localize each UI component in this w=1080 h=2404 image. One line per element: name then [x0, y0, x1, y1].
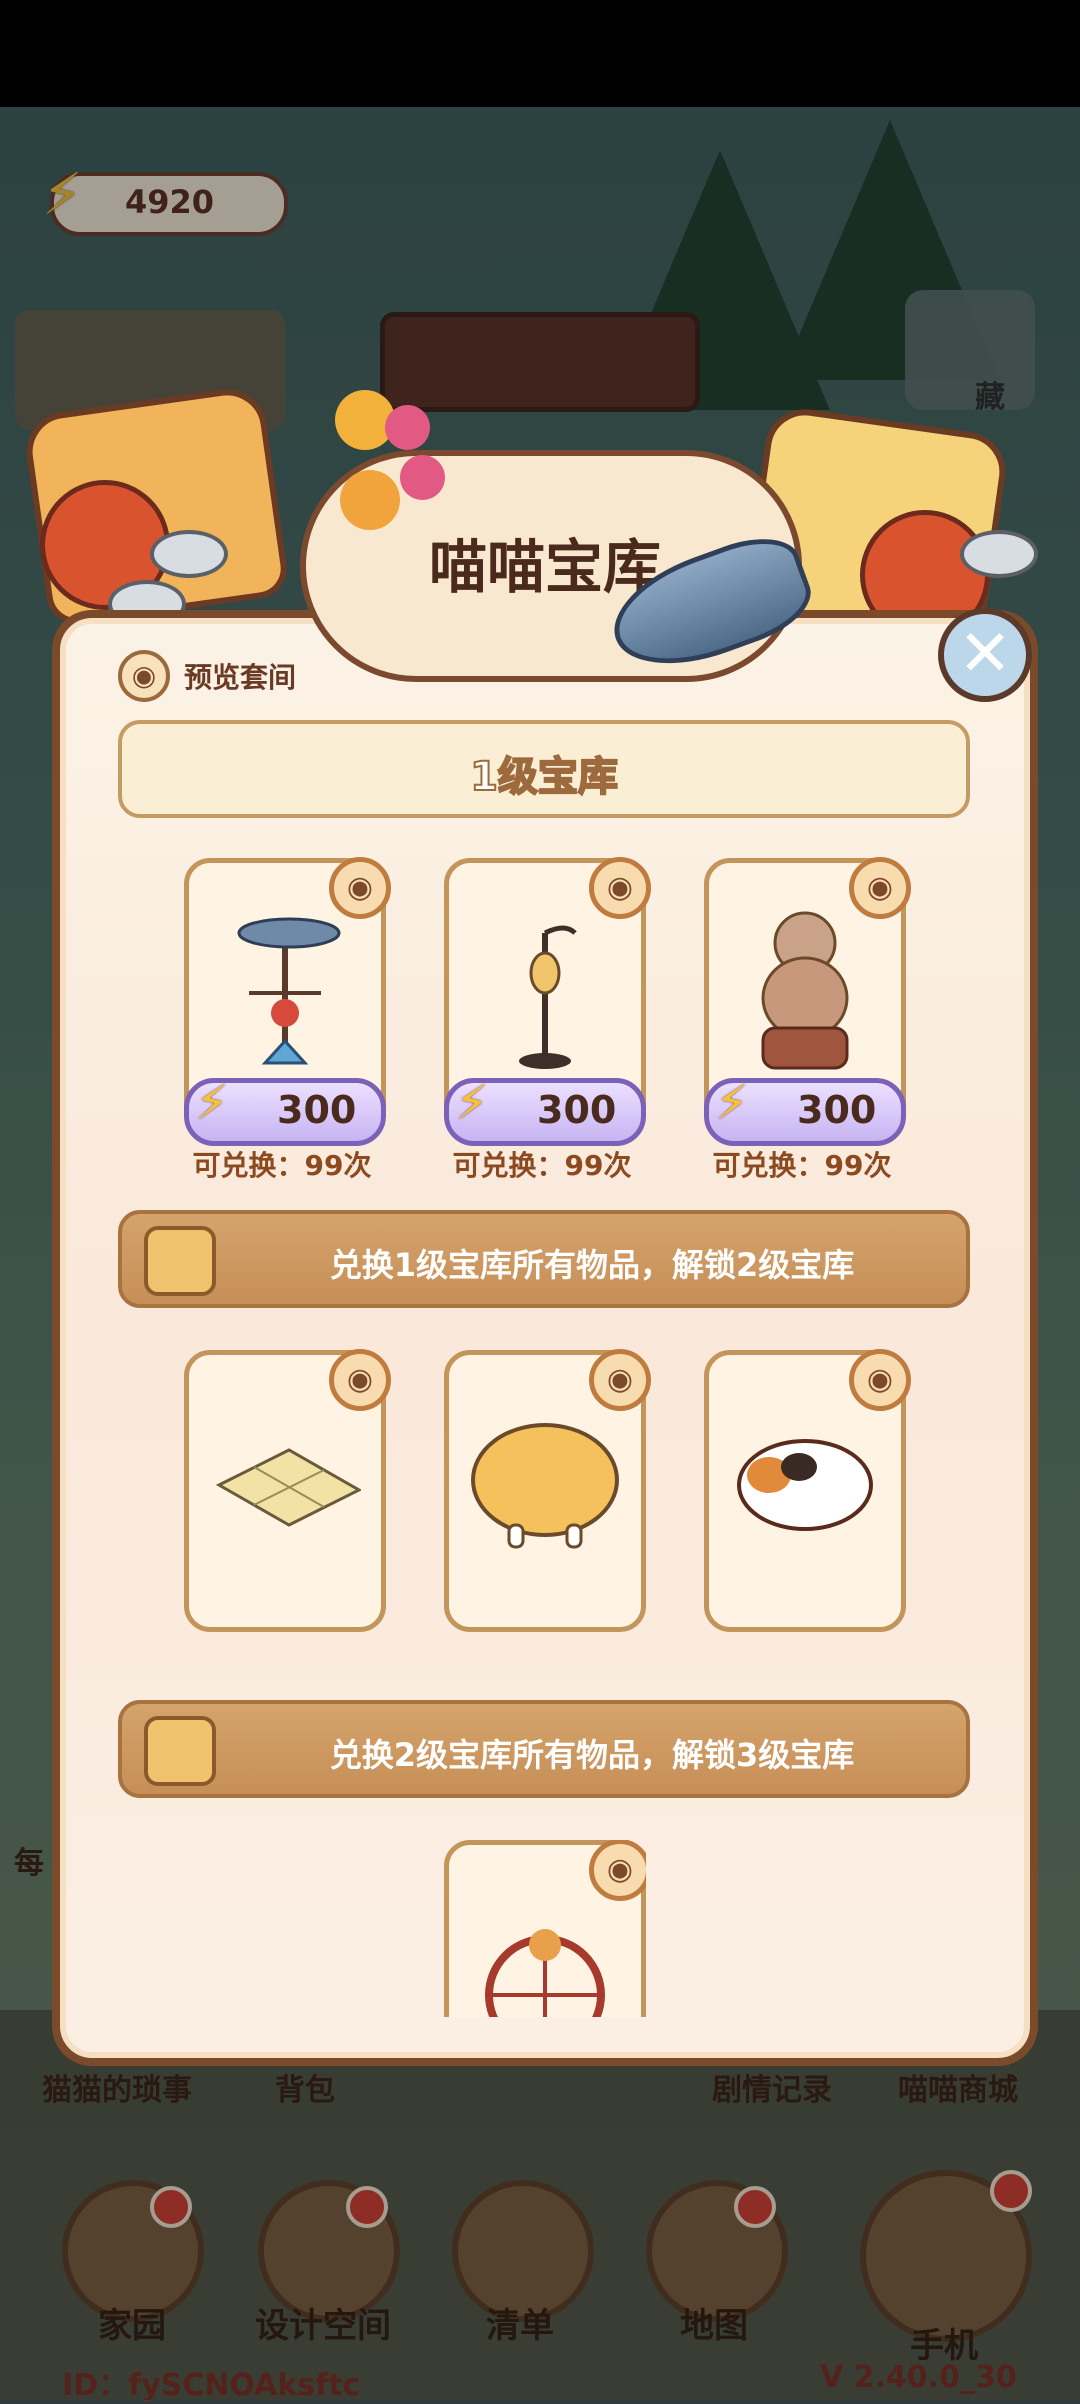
cat-lamp-icon — [519, 925, 577, 1069]
tier2-lock-text: 兑换1级宝库所有物品，解锁2级宝库 — [329, 1246, 855, 1284]
exchange-count: 可兑换：99次 — [192, 1149, 372, 1182]
preview-eye-icon[interactable]: ◉ — [329, 1349, 391, 1411]
lightning-icon: ⚡ — [715, 1075, 749, 1131]
calico-rug-icon — [737, 1439, 873, 1531]
tier2-item-card[interactable]: ◉ — [184, 1349, 391, 1632]
tier3-lock-bar: 兑换2级宝库所有物品，解锁3级宝库 — [118, 1700, 970, 1798]
close-button[interactable]: ✕ — [938, 608, 1032, 702]
price-value: 300 — [537, 1088, 617, 1132]
pompom-decoration — [400, 455, 445, 500]
tier3-lock-text: 兑换2级宝库所有物品，解锁3级宝库 — [329, 1736, 855, 1774]
preview-eye-icon[interactable]: ◉ — [849, 1349, 911, 1411]
tier1-header: 1级宝库 — [118, 720, 970, 818]
price-button[interactable]: ⚡ 300 — [184, 1075, 386, 1146]
eye-icon: ◉ — [118, 650, 170, 702]
exchange-count: 可兑换：99次 — [712, 1149, 892, 1182]
price-value: 300 — [797, 1088, 877, 1132]
cat-food-can-icon — [150, 530, 228, 578]
cat-statue-icon — [761, 911, 849, 1070]
preview-eye-icon[interactable]: ◉ — [589, 1349, 651, 1411]
fish-weathervane-icon — [237, 917, 341, 1065]
preview-suite-button[interactable]: ◉ 预览套间 — [112, 650, 332, 702]
cat-food-can-icon — [960, 530, 1038, 578]
preview-eye-icon[interactable]: ◉ — [589, 1840, 646, 1901]
preview-eye-icon[interactable]: ◉ — [329, 857, 391, 919]
tier3-item-card[interactable]: ◉ — [444, 1840, 646, 2017]
preview-suite-label: 预览套间 — [184, 661, 297, 694]
status-bar — [0, 0, 1080, 107]
ferris-wheel-icon — [485, 1929, 605, 2017]
lock-icon — [144, 1226, 216, 1296]
price-button[interactable]: ⚡ 300 — [704, 1075, 906, 1146]
tier2-item-card[interactable]: ◉ — [444, 1349, 651, 1632]
preview-eye-icon[interactable]: ◉ — [849, 857, 911, 919]
price-value: 300 — [277, 1088, 357, 1132]
lightning-icon: ⚡ — [455, 1075, 489, 1131]
preview-eye-icon[interactable]: ◉ — [589, 857, 651, 919]
exchange-count: 可兑换：99次 — [452, 1149, 632, 1182]
cushion-stool-icon — [471, 1423, 619, 1549]
lock-icon — [144, 1716, 216, 1786]
cat-rug-icon — [215, 1448, 361, 1527]
tier3-item-clip: ◉ — [444, 1840, 646, 2017]
price-button[interactable]: ⚡ 300 — [444, 1075, 646, 1146]
tier2-lock-bar: 兑换1级宝库所有物品，解锁2级宝库 — [118, 1210, 970, 1308]
lightning-icon: ⚡ — [195, 1075, 229, 1131]
pompom-decoration — [385, 405, 430, 450]
tier2-item-card[interactable]: ◉ — [704, 1349, 911, 1632]
tier1-title: 1级宝库 — [469, 753, 619, 801]
